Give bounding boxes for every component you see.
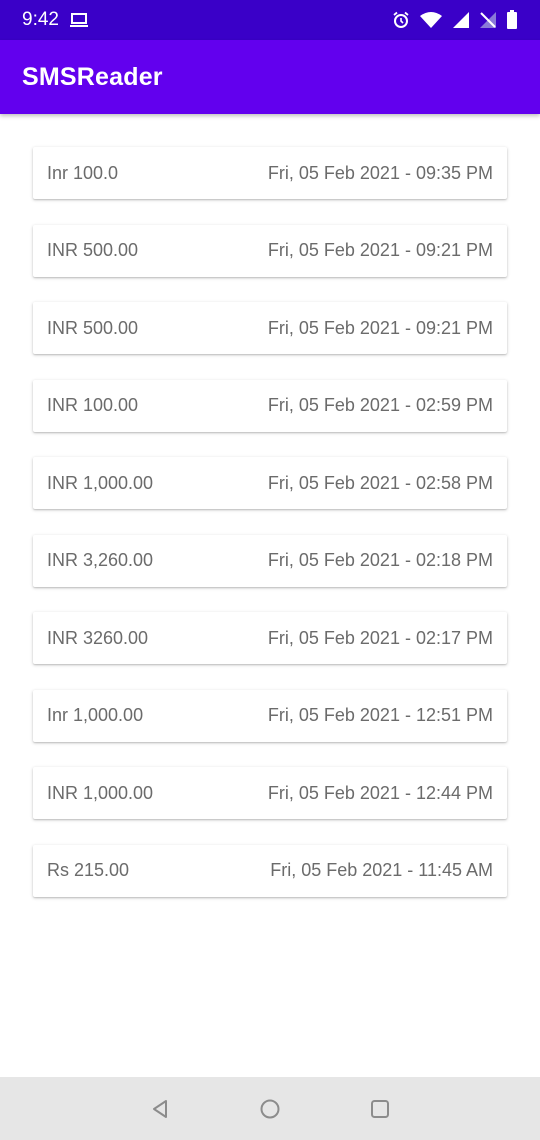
status-right [392,10,518,30]
alarm-icon [392,11,410,29]
message-amount: INR 100.00 [47,395,139,415]
navigation-bar [0,1077,540,1140]
status-time: 9:42 [22,9,59,30]
message-date: Fri, 05 Feb 2021 - 09:21 PM [267,317,493,338]
message-amount: INR 3,260.00 [47,550,154,570]
message-amount: INR 3260.00 [47,627,149,648]
message-card[interactable]: Inr 1,000.00 Fri, 05 Feb 2021 - 12:51 PM [33,689,507,742]
message-card[interactable]: Rs 215.00 Fri, 05 Feb 2021 - 11:45 AM [33,844,507,897]
no-sim-icon [479,11,497,29]
message-date: Fri, 05 Feb 2021 - 02:18 PM [267,550,493,570]
message-amount: Inr 100.0 [47,162,119,183]
status-left: 9:42 [22,9,89,31]
message-amount: Inr 1,000.00 [47,705,144,725]
recents-icon[interactable] [368,1097,392,1121]
message-card[interactable]: INR 500.00 Fri, 05 Feb 2021 - 09:21 PM [33,302,507,354]
laptop-icon [69,12,89,28]
message-card[interactable]: INR 1,000.00 Fri, 05 Feb 2021 - 02:58 PM [33,457,507,509]
battery-icon [506,10,518,30]
app-bar: SMSReader [0,40,540,114]
message-amount: INR 500.00 [47,240,139,260]
message-card[interactable]: INR 100.00 Fri, 05 Feb 2021 - 02:59 PM [33,379,507,432]
message-date: Fri, 05 Feb 2021 - 11:45 AM [270,860,493,880]
message-amount: INR 1,000.00 [47,782,154,803]
message-card[interactable]: INR 1,000.00 Fri, 05 Feb 2021 - 12:44 PM [33,767,507,819]
message-date: Fri, 05 Feb 2021 - 12:44 PM [267,782,493,803]
message-date: Fri, 05 Feb 2021 - 09:35 PM [267,162,493,183]
message-date: Fri, 05 Feb 2021 - 02:58 PM [267,472,493,493]
message-card[interactable]: INR 3260.00 Fri, 05 Feb 2021 - 02:17 PM [33,612,507,664]
message-list[interactable]: Inr 100.0 Fri, 05 Feb 2021 - 09:35 PM IN… [33,147,507,922]
message-date: Fri, 05 Feb 2021 - 02:17 PM [267,627,493,648]
message-date: Fri, 05 Feb 2021 - 12:51 PM [267,705,493,725]
home-icon[interactable] [258,1097,282,1121]
wifi-icon [419,11,443,29]
message-amount: INR 1,000.00 [47,472,154,493]
app-title: SMSReader [22,62,163,91]
status-bar: 9:42 [0,0,540,40]
back-icon[interactable] [148,1097,172,1121]
message-amount: Rs 215.00 [47,860,130,880]
signal-icon [452,11,470,29]
message-date: Fri, 05 Feb 2021 - 02:59 PM [267,395,493,415]
message-card[interactable]: Inr 100.0 Fri, 05 Feb 2021 - 09:35 PM [33,147,507,199]
message-amount: INR 500.00 [47,317,139,338]
message-card[interactable]: INR 500.00 Fri, 05 Feb 2021 - 09:21 PM [33,224,507,277]
message-card[interactable]: INR 3,260.00 Fri, 05 Feb 2021 - 02:18 PM [33,534,507,587]
message-date: Fri, 05 Feb 2021 - 09:21 PM [267,240,493,260]
